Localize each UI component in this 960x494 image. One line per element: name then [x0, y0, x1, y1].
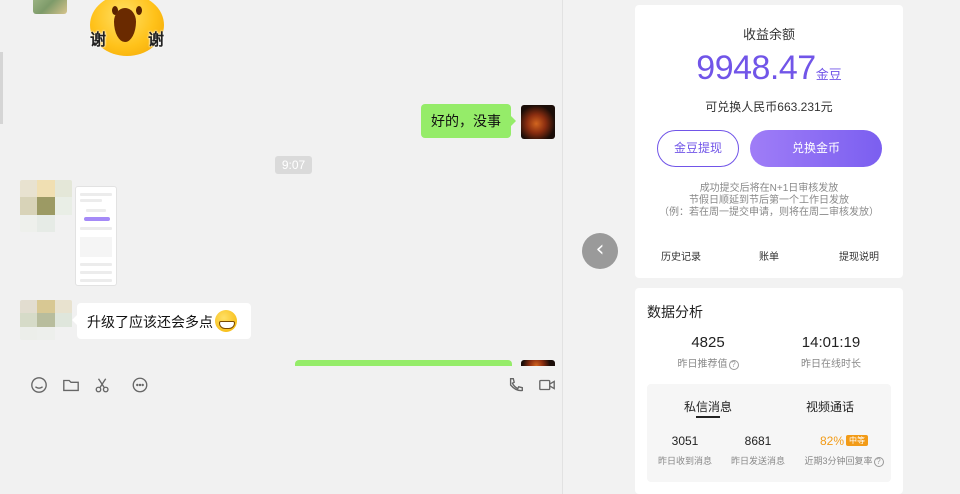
time-divider: 9:07	[275, 156, 312, 174]
thanks-sticker[interactable]: 谢 谢	[86, 0, 166, 60]
active-tab-indicator	[696, 416, 720, 418]
stats-card: 数据分析 4825 昨日推荐值? 14:01:19 昨日在线时长 私信消息 视频…	[635, 288, 903, 494]
folder-icon[interactable]	[61, 376, 81, 396]
reply-rate-badge: 中等	[846, 435, 869, 446]
my-message-bubble[interactable]: 好的，没事	[421, 104, 516, 138]
reply-rate-label: 近期3分钟回复率?	[797, 454, 891, 467]
sticker-text-right: 谢	[148, 30, 165, 49]
chat-bubble-icon[interactable]	[130, 376, 150, 396]
screenshot-thumbnail[interactable]	[75, 186, 117, 286]
contact-avatar-blurred[interactable]	[20, 300, 72, 340]
earnings-card: 收益余额 9948.47金豆 可兑换人民币663.231元 金豆提现 兑换金币 …	[635, 5, 903, 278]
earnings-panel: ‹ 收益余额 9948.47金豆 可兑换人民币663.231元 金豆提现 兑换金…	[562, 0, 960, 494]
contact-avatar-blurred[interactable]	[20, 180, 72, 232]
history-link[interactable]: 历史记录	[661, 248, 701, 263]
back-button[interactable]: ‹	[582, 233, 618, 269]
message-stats-panel: 私信消息 视频通话 3051 昨日收到消息 8681 昨日发送消息 82% 中等 …	[647, 384, 891, 482]
exchange-coins-button[interactable]: 兑换金币	[750, 130, 882, 167]
sent-metric: 8681 昨日发送消息	[720, 434, 796, 467]
help-icon[interactable]: ?	[728, 360, 739, 370]
scrollbar[interactable]	[0, 52, 3, 124]
message-text: 升级了应该还会多点	[87, 314, 213, 330]
scissors-icon[interactable]	[93, 376, 113, 396]
help-icon[interactable]: ?	[873, 457, 884, 467]
phone-icon[interactable]	[506, 376, 526, 396]
received-metric: 3051 昨日收到消息	[647, 434, 723, 467]
sticker-text-left: 谢	[90, 30, 107, 49]
recommend-metric: 4825 昨日推荐值?	[653, 334, 763, 370]
received-label: 昨日收到消息	[657, 456, 712, 466]
reply-rate-value: 82% 中等	[797, 434, 891, 448]
earnings-title: 收益余额	[742, 27, 795, 42]
tab-video-calls[interactable]: 视频通话	[806, 398, 854, 415]
chat-toolbar	[0, 366, 560, 406]
bill-link[interactable]: 账单	[759, 248, 779, 263]
contact-avatar[interactable]	[33, 0, 67, 14]
my-avatar[interactable]	[521, 105, 555, 139]
emoji-icon[interactable]	[29, 376, 49, 396]
reply-rate-metric: 82% 中等 近期3分钟回复率?	[797, 434, 891, 467]
payout-notes: 成功提交后将在N+1日审核发放 节假日顺延到节后第一个工作日发放 （例：若在周一…	[635, 183, 903, 219]
balance-value: 9948.47	[696, 49, 816, 87]
chat-pane: 谢 谢 好的，没事 9:07 升级了应该还会多点	[0, 0, 560, 494]
withdraw-help-link[interactable]: 提现说明	[839, 248, 879, 263]
balance-display: 9948.47金豆	[635, 49, 903, 88]
stats-title: 数据分析	[647, 304, 703, 320]
message-input[interactable]	[0, 406, 560, 494]
online-value: 14:01:19	[801, 334, 861, 351]
tab-messages[interactable]: 私信消息	[684, 398, 732, 415]
grin-emoji-icon	[215, 310, 237, 332]
recommend-label: 昨日推荐值?	[653, 355, 763, 370]
recommend-value: 4825	[691, 334, 725, 351]
video-icon[interactable]	[537, 376, 557, 396]
balance-unit: 金豆	[815, 67, 842, 82]
sent-value: 8681	[744, 434, 772, 448]
payout-note: 节假日顺延到节后第一个工作日发放	[689, 195, 849, 206]
online-label: 昨日在线时长	[801, 359, 861, 370]
payout-note: 成功提交后将在N+1日审核发放	[699, 183, 839, 194]
sent-label: 昨日发送消息	[730, 456, 785, 466]
withdraw-button[interactable]: 金豆提现	[657, 130, 739, 167]
received-value: 3051	[671, 434, 699, 448]
rmb-equivalent: 可兑换人民币663.231元	[705, 100, 833, 114]
sticker-eye	[136, 6, 142, 15]
payout-note: （例：若在周一提交申请，则将在周二审核发放）	[659, 207, 879, 218]
contact-message-bubble[interactable]: 升级了应该还会多点	[72, 303, 251, 339]
online-metric: 14:01:19 昨日在线时长	[776, 334, 886, 370]
